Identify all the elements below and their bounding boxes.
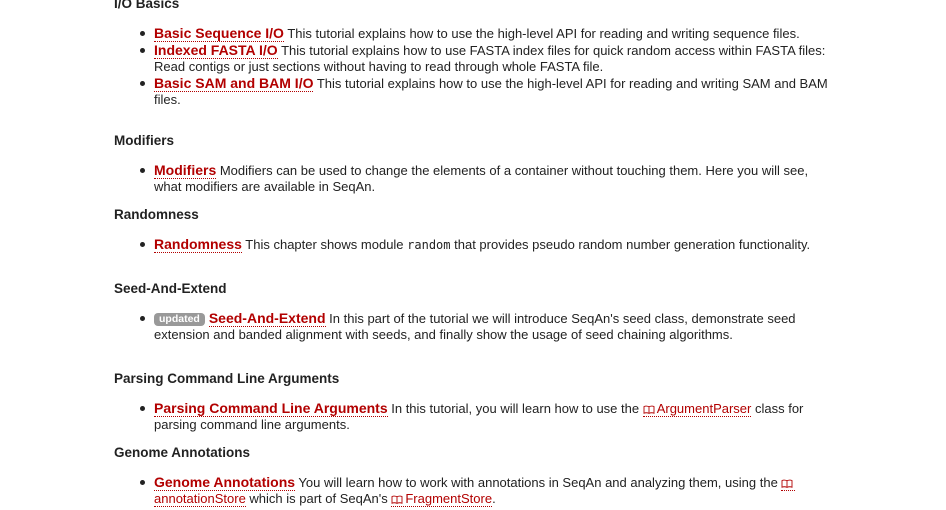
section-parsing-command-line: Parsing Command Line Arguments Parsing C… <box>114 370 834 433</box>
list-item: Basic Sequence I/O This tutorial explain… <box>114 25 834 42</box>
section-seed-and-extend: Seed-And-Extend updated Seed-And-Extend I… <box>114 280 834 343</box>
section-io-basics: I/O Basics Basic Sequence I/O This tutor… <box>114 0 834 108</box>
section-genome-annotations: Genome Annotations Genome Annotations Yo… <box>114 444 834 507</box>
list-item: Modifiers Modifiers can be used to chang… <box>114 162 834 195</box>
item-description: . <box>492 491 496 506</box>
list-item: Randomness This chapter shows module ran… <box>114 236 834 253</box>
modifiers-link[interactable]: Modifiers <box>154 162 217 179</box>
api-name: ArgumentParser <box>656 401 752 416</box>
tutorial-list: Basic Sequence I/O This tutorial explain… <box>114 25 834 108</box>
fragmentstore-api-link[interactable]: FragmentStore <box>391 491 493 507</box>
item-description: Modifiers can be used to change the elem… <box>154 163 809 194</box>
section-heading: I/O Basics <box>114 0 180 11</box>
seed-and-extend-link[interactable]: Seed-And-Extend <box>208 310 326 327</box>
section-randomness: Randomness Randomness This chapter shows… <box>114 206 834 253</box>
section-heading: Seed-And-Extend <box>114 281 227 296</box>
tutorial-list: updated Seed-And-Extend In this part of t… <box>114 310 834 343</box>
list-item: Genome Annotations You will learn how to… <box>114 474 834 507</box>
module-code: random <box>407 238 451 252</box>
list-item: Parsing Command Line Arguments In this t… <box>114 400 834 433</box>
randomness-link[interactable]: Randomness <box>154 236 242 253</box>
item-description: that provides pseudo random number gener… <box>450 237 811 252</box>
section-modifiers: Modifiers Modifiers Modifiers can be use… <box>114 132 834 195</box>
item-description: This chapter shows module <box>241 237 408 252</box>
item-description: You will learn how to work with annotati… <box>295 475 782 490</box>
tutorial-list: Genome Annotations You will learn how to… <box>114 474 834 507</box>
list-item: Indexed FASTA I/O This tutorial explains… <box>114 42 834 75</box>
list-item: updated Seed-And-Extend In this part of t… <box>114 310 834 343</box>
book-icon <box>781 479 793 488</box>
section-heading: Parsing Command Line Arguments <box>114 371 340 386</box>
book-icon <box>643 405 655 414</box>
list-item: Basic SAM and BAM I/O This tutorial expl… <box>114 75 834 108</box>
item-description: In this tutorial, you will learn how to … <box>387 401 643 416</box>
basic-sequence-io-link[interactable]: Basic Sequence I/O <box>154 25 284 42</box>
updated-badge: updated <box>154 313 205 326</box>
api-name: annotationStore <box>154 491 246 506</box>
tutorial-list: Randomness This chapter shows module ran… <box>114 236 834 253</box>
parsing-command-line-link[interactable]: Parsing Command Line Arguments <box>154 400 388 417</box>
basic-sam-bam-io-link[interactable]: Basic SAM and BAM I/O <box>154 75 314 92</box>
section-heading: Modifiers <box>114 133 175 148</box>
tutorial-list: Parsing Command Line Arguments In this t… <box>114 400 834 433</box>
argumentparser-api-link[interactable]: ArgumentParser <box>642 401 752 417</box>
api-name: FragmentStore <box>405 491 493 506</box>
item-description: which is part of SeqAn's <box>245 491 392 506</box>
indexed-fasta-io-link[interactable]: Indexed FASTA I/O <box>154 42 278 59</box>
genome-annotations-link[interactable]: Genome Annotations <box>154 474 296 491</box>
tutorial-list: Modifiers Modifiers can be used to chang… <box>114 162 834 195</box>
section-heading: Genome Annotations <box>114 445 251 460</box>
book-icon <box>391 495 403 504</box>
section-heading: Randomness <box>114 207 199 222</box>
item-description: This tutorial explains how to use the hi… <box>283 26 800 41</box>
